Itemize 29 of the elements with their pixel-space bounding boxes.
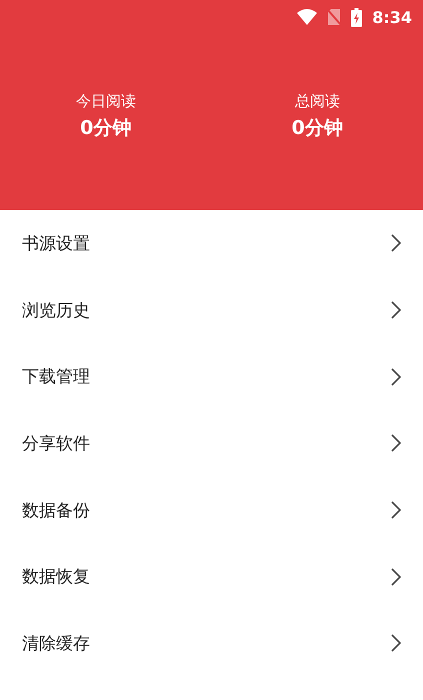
chevron-right-icon <box>391 368 401 386</box>
wifi-icon <box>297 9 318 25</box>
no-sim-icon <box>327 8 342 26</box>
stat-label: 总阅读 <box>294 92 340 111</box>
menu-item-label: 下载管理 <box>22 366 90 388</box>
menu-item-label: 书源设置 <box>22 232 90 255</box>
menu-item-label: 清除缓存 <box>22 632 90 655</box>
chevron-right-icon <box>391 234 401 252</box>
chevron-right-icon <box>391 301 401 320</box>
stat-value: 0分钟 <box>80 116 132 141</box>
menu-item[interactable]: 清除缓存 <box>0 610 423 677</box>
menu-item[interactable]: 书源设置 <box>0 210 423 277</box>
menu-item[interactable]: 数据恢复 <box>0 543 423 610</box>
menu-item-label: 数据备份 <box>22 500 90 522</box>
menu-item[interactable]: 分享软件 <box>0 410 423 477</box>
chevron-right-icon <box>391 634 401 652</box>
menu-item-label: 分享软件 <box>22 432 90 455</box>
menu-item[interactable]: 数据备份 <box>0 476 423 544</box>
menu-item[interactable]: 下载管理 <box>0 343 423 410</box>
status-time: 8:34 <box>372 8 412 26</box>
menu-item-label: 浏览历史 <box>22 300 90 322</box>
menu-item-label: 数据恢复 <box>22 566 90 588</box>
chevron-right-icon <box>391 568 401 586</box>
chevron-right-icon <box>391 434 401 452</box>
stat-value: 0分钟 <box>292 116 343 141</box>
stat-label: 今日阅读 <box>76 92 136 111</box>
chevron-right-icon <box>391 501 401 520</box>
battery-charging-icon <box>351 8 362 26</box>
menu-item[interactable]: 浏览历史 <box>0 276 423 344</box>
